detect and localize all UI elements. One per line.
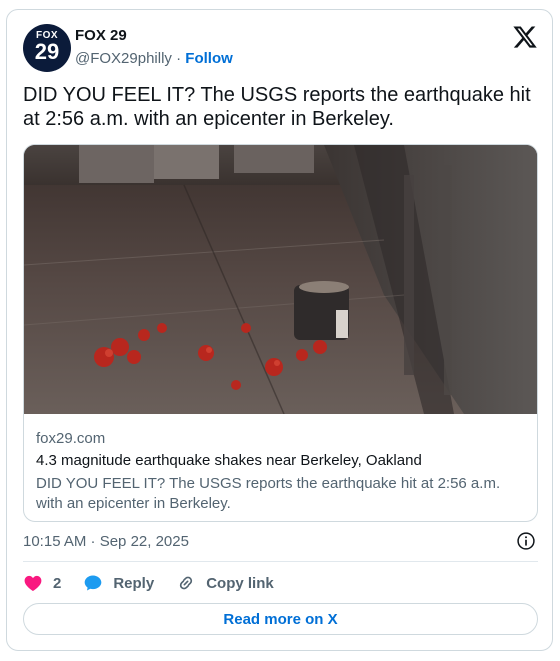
reply-label: Reply: [113, 574, 155, 592]
copy-link-label: Copy link: [206, 574, 274, 592]
author-handle-row: @FOX29philly · Follow: [75, 50, 233, 67]
speech-bubble-icon: [85, 575, 102, 591]
author-handle[interactable]: @FOX29philly: [75, 50, 172, 67]
follow-button[interactable]: Follow: [185, 50, 233, 67]
x-logo-icon[interactable]: [512, 24, 538, 50]
tweet-timestamp[interactable]: 10:15 AM · Sep 22, 2025: [23, 533, 189, 550]
divider: [23, 561, 538, 562]
like-button[interactable]: 2: [23, 573, 61, 593]
heart-icon: [24, 575, 42, 591]
handle-separator: ·: [171, 50, 186, 67]
link-domain: fox29.com: [36, 430, 106, 447]
avatar-logo-number: 29: [34, 39, 60, 64]
action-bar: 2 Reply Copy link: [23, 572, 296, 594]
tweet-text: DID YOU FEEL IT? The USGS reports the ea…: [23, 84, 531, 130]
tweet-embed-card: FOX 29 FOX 29 @FOX29philly · Follow DID …: [6, 9, 553, 651]
copy-link-button[interactable]: Copy link: [176, 573, 274, 593]
avatar[interactable]: FOX 29: [23, 24, 71, 72]
reply-button[interactable]: Reply: [83, 573, 154, 593]
link-title: 4.3 magnitude earthquake shakes near Ber…: [36, 452, 422, 469]
link-preview-card[interactable]: fox29.com 4.3 magnitude earthquake shake…: [23, 144, 538, 522]
link-icon: [180, 576, 193, 590]
author-name[interactable]: FOX 29: [75, 27, 127, 44]
info-icon[interactable]: [516, 531, 536, 551]
like-count: 2: [53, 574, 62, 592]
link-preview-image: [24, 145, 537, 414]
link-description: DID YOU FEEL IT? The USGS reports the ea…: [36, 475, 501, 512]
read-more-button[interactable]: Read more on X: [23, 603, 538, 635]
